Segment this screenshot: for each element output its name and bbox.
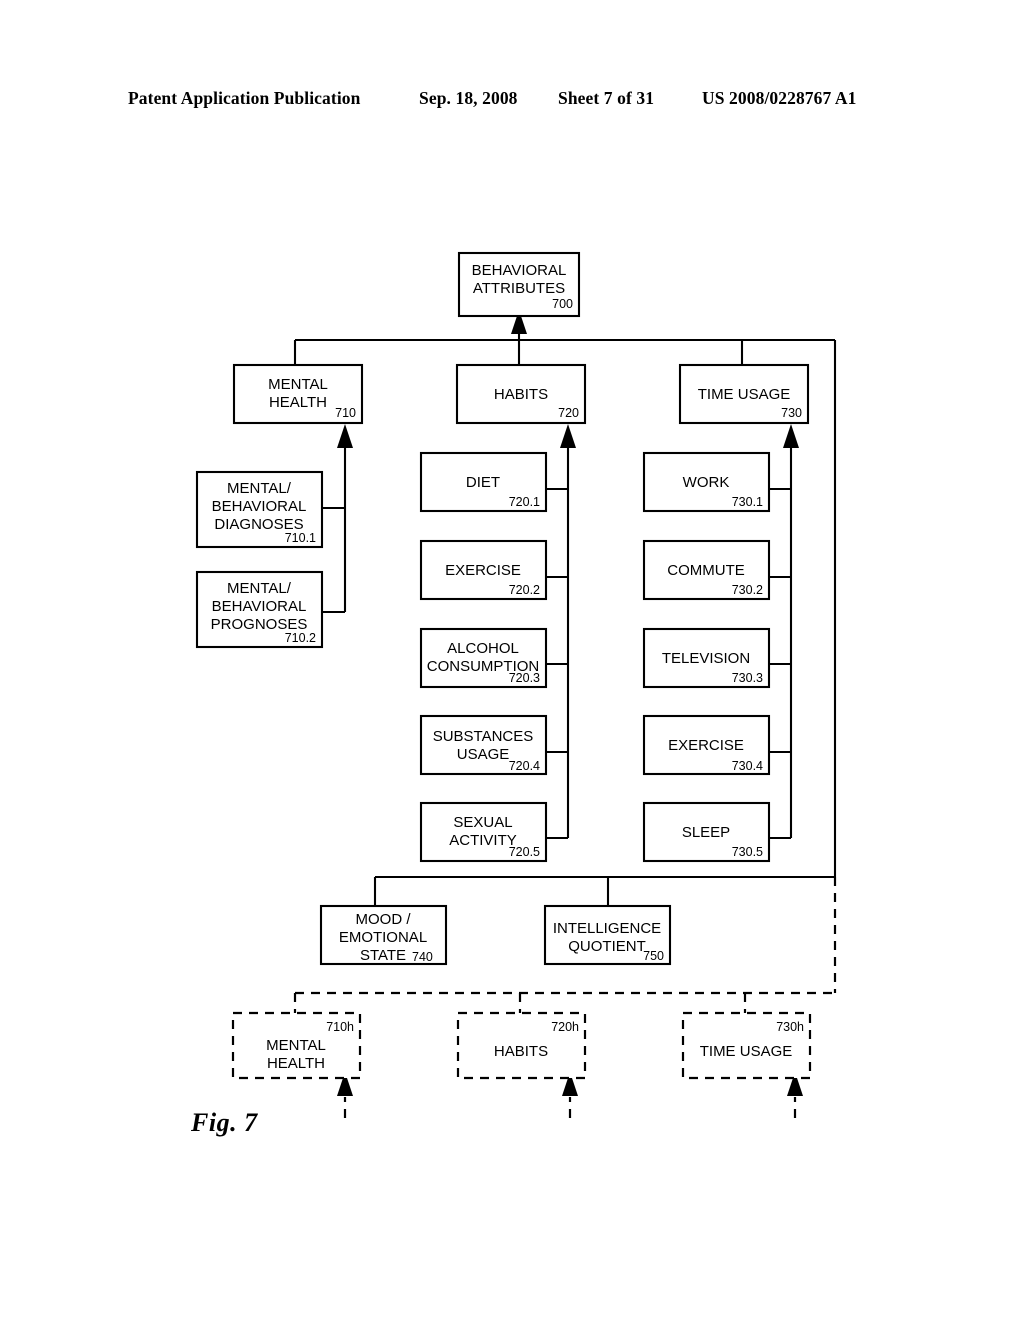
behavioral-attributes-diagram: BEHAVIORAL ATTRIBUTES 700 MENTAL HEALTH … — [195, 251, 837, 1118]
node-commute[interactable]: COMMUTE 730.2 — [642, 539, 771, 601]
node-710-1-label-line1: MENTAL/ — [227, 480, 292, 497]
node-730-label-line1: TIME USAGE — [698, 386, 791, 403]
node-720-2-label-line1: EXERCISE — [445, 562, 521, 579]
node-730-2-label-line1: COMMUTE — [667, 562, 745, 579]
node-710h-label-line1: MENTAL — [266, 1037, 326, 1054]
node-730-4-ref: 730.4 — [732, 759, 763, 773]
node-730-3-ref: 730.3 — [732, 671, 763, 685]
node-sexual-activity[interactable]: SEXUAL ACTIVITY 720.5 — [419, 801, 548, 863]
node-710-2-label-line1: MENTAL/ — [227, 580, 292, 597]
node-710h-ref: 710h — [326, 1020, 354, 1034]
node-720h-label-line1: HABITS — [494, 1043, 548, 1060]
node-730-1-label-line1: WORK — [683, 474, 730, 491]
node-720-4-label-line1: SUBSTANCES — [433, 728, 534, 745]
node-710-label-line2: HEALTH — [269, 394, 327, 411]
node-710-1-ref: 710.1 — [285, 531, 316, 545]
node-television[interactable]: TELEVISION 730.3 — [642, 627, 771, 689]
node-time-usage-history[interactable]: 730h TIME USAGE — [681, 1011, 812, 1080]
node-habits[interactable]: HABITS 720 — [455, 363, 587, 425]
node-750-label-line1: INTELLIGENCE — [553, 920, 661, 937]
arrowhead-720 — [560, 424, 576, 448]
node-exercise-time-usage[interactable]: EXERCISE 730.4 — [642, 714, 771, 776]
node-720-4-label-line2: USAGE — [457, 746, 510, 763]
node-sleep[interactable]: SLEEP 730.5 — [642, 801, 771, 863]
node-740-ref: 740 — [412, 950, 433, 964]
node-710-label-line1: MENTAL — [268, 376, 328, 393]
node-730-1-ref: 730.1 — [732, 495, 763, 509]
node-730-4-label-line1: EXERCISE — [668, 737, 744, 754]
node-700-label-line1: BEHAVIORAL — [472, 262, 567, 279]
node-720-3-ref: 720.3 — [509, 671, 540, 685]
arrowhead-730 — [783, 424, 799, 448]
node-mental-behavioral-diagnoses[interactable]: MENTAL/ BEHAVIORAL DIAGNOSES 710.1 — [195, 470, 324, 549]
node-behavioral-attributes[interactable]: BEHAVIORAL ATTRIBUTES 700 — [457, 251, 581, 318]
node-740-label-line3: STATE — [360, 947, 406, 964]
node-740-label-line2: EMOTIONAL — [339, 929, 427, 946]
node-720-5-label-line2: ACTIVITY — [449, 832, 517, 849]
node-alcohol-consumption[interactable]: ALCOHOL CONSUMPTION 720.3 — [419, 627, 548, 689]
node-730h-label-line1: TIME USAGE — [700, 1043, 793, 1060]
node-habits-history[interactable]: 720h HABITS — [456, 1011, 587, 1080]
node-720-ref: 720 — [558, 406, 579, 420]
node-730h-ref: 730h — [776, 1020, 804, 1034]
node-730-5-label-line1: SLEEP — [682, 824, 730, 841]
node-mental-health-history[interactable]: 710h MENTAL HEALTH — [231, 1011, 362, 1080]
node-720h-ref: 720h — [551, 1020, 579, 1034]
node-mood-emotional-state[interactable]: MOOD / EMOTIONAL STATE 740 — [319, 904, 448, 966]
node-exercise-habits[interactable]: EXERCISE 720.2 — [419, 539, 548, 601]
node-720-1-ref: 720.1 — [509, 495, 540, 509]
node-720-1-label-line1: DIET — [466, 474, 500, 491]
node-730-ref: 730 — [781, 406, 802, 420]
node-720-label-line1: HABITS — [494, 386, 548, 403]
node-work[interactable]: WORK 730.1 — [642, 451, 771, 513]
node-710h-label-line2: HEALTH — [267, 1055, 325, 1072]
node-mental-health[interactable]: MENTAL HEALTH 710 — [232, 363, 364, 425]
node-720-2-ref: 720.2 — [509, 583, 540, 597]
node-730-2-ref: 730.2 — [732, 583, 763, 597]
node-750-label-line2: QUOTIENT — [568, 938, 646, 955]
figure-caption: Fig. 7 — [191, 1108, 258, 1137]
node-720-5-ref: 720.5 — [509, 845, 540, 859]
node-700-ref: 700 — [552, 297, 573, 311]
node-intelligence-quotient[interactable]: INTELLIGENCE QUOTIENT 750 — [543, 904, 672, 966]
node-750-ref: 750 — [643, 949, 664, 963]
node-710-1-label-line2: BEHAVIORAL — [212, 498, 307, 515]
node-720-4-ref: 720.4 — [509, 759, 540, 773]
node-730-3-label-line1: TELEVISION — [662, 650, 750, 667]
node-720-5-label-line1: SEXUAL — [453, 814, 512, 831]
node-720-3-label-line1: ALCOHOL — [447, 640, 519, 657]
arrowhead-710 — [337, 424, 353, 448]
node-710-ref: 710 — [335, 406, 356, 420]
node-time-usage[interactable]: TIME USAGE 730 — [678, 363, 810, 425]
connector-lines — [293, 310, 837, 1118]
node-substances-usage[interactable]: SUBSTANCES USAGE 720.4 — [419, 714, 548, 776]
node-710-2-ref: 710.2 — [285, 631, 316, 645]
patent-figure-page: Patent Application Publication Sep. 18, … — [0, 0, 1024, 1320]
node-710-2-label-line2: BEHAVIORAL — [212, 598, 307, 615]
node-730-5-ref: 730.5 — [732, 845, 763, 859]
node-diet[interactable]: DIET 720.1 — [419, 451, 548, 513]
node-700-label-line2: ATTRIBUTES — [473, 280, 565, 297]
node-740-label-line1: MOOD / — [356, 911, 412, 928]
node-mental-behavioral-prognoses[interactable]: MENTAL/ BEHAVIORAL PROGNOSES 710.2 — [195, 570, 324, 649]
